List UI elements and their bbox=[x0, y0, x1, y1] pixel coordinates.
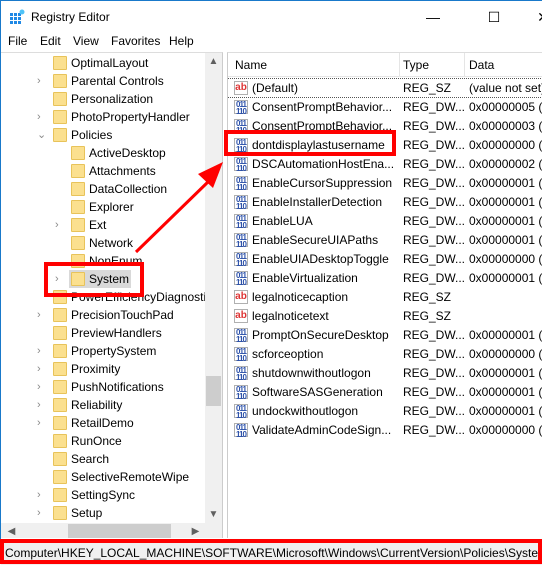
annotation-arrow bbox=[134, 162, 223, 254]
